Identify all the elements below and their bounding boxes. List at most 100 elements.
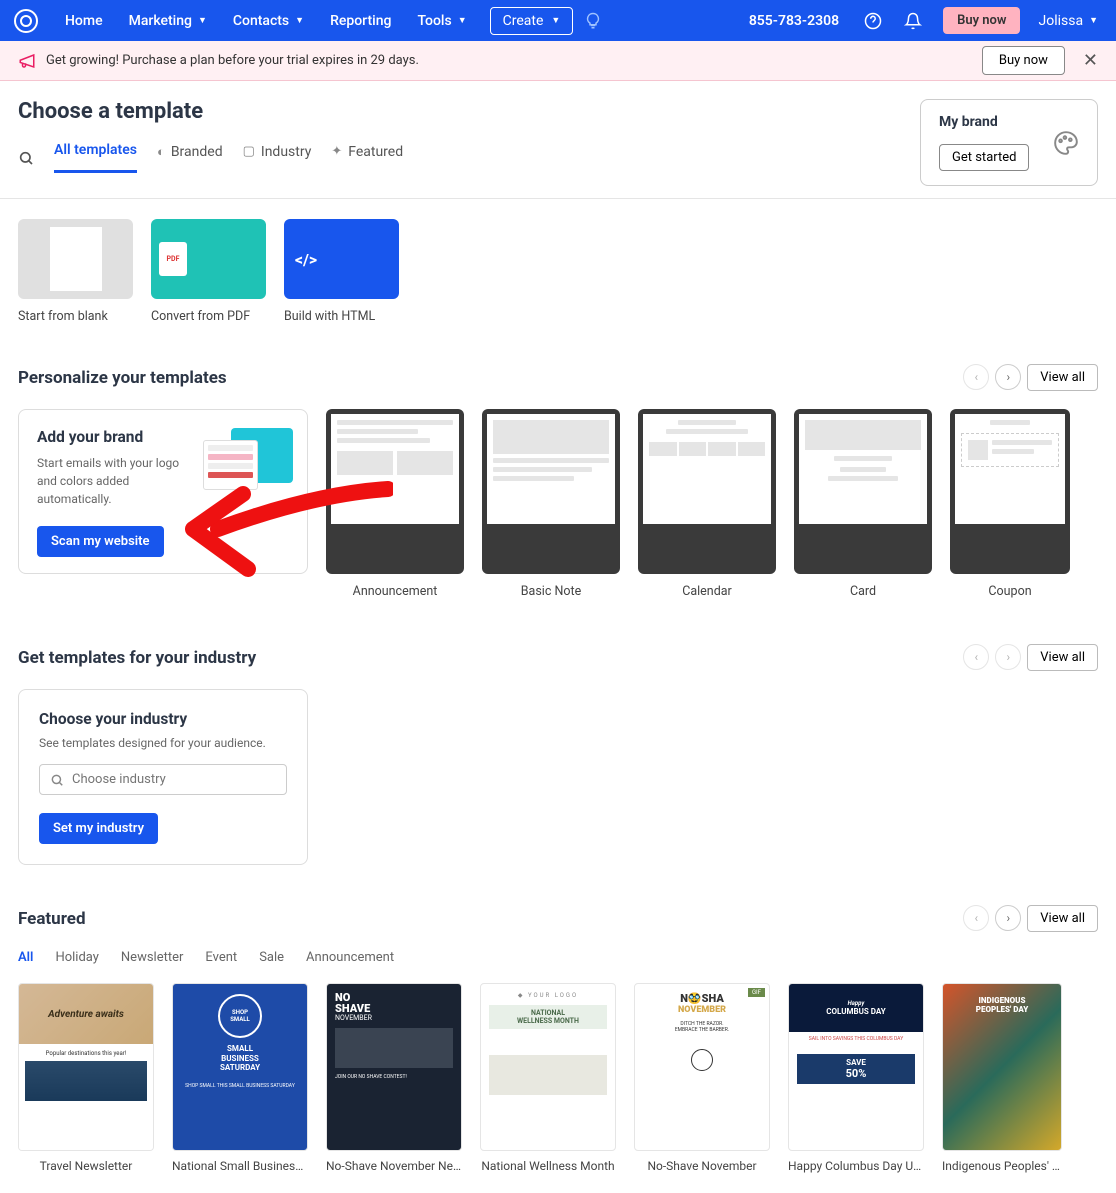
build-html-card[interactable]: </> Build with HTML xyxy=(284,219,399,324)
template-label: Basic Note xyxy=(482,584,620,599)
industry-icon: ▢ xyxy=(243,144,255,159)
buy-now-button[interactable]: Buy now xyxy=(943,7,1020,34)
feat-travel[interactable]: Adventure awaitsPopular destinations thi… xyxy=(18,983,154,1173)
feat-small-biz[interactable]: SHOPSMALLSMALLBUSINESSSATURDAYSHOP SMALL… xyxy=(172,983,308,1173)
feat-label: Indigenous Peoples' Day xyxy=(942,1159,1062,1173)
add-brand-card: Add your brand Start emails with your lo… xyxy=(18,409,308,574)
top-nav: Home Marketing▼ Contacts▼ Reporting Tool… xyxy=(0,0,1116,41)
scan-website-button[interactable]: Scan my website xyxy=(37,526,164,557)
page-title: Choose a template xyxy=(18,99,920,124)
industry-input-wrap[interactable] xyxy=(39,764,287,795)
search-icon xyxy=(50,773,64,787)
add-brand-desc: Start emails with your logo and colors a… xyxy=(37,454,187,508)
trial-banner: Get growing! Purchase a plan before your… xyxy=(0,41,1116,81)
trial-buy-button[interactable]: Buy now xyxy=(982,46,1065,75)
chevron-down-icon: ▼ xyxy=(1089,15,1098,26)
branded-icon: ◐ xyxy=(157,144,165,160)
tab-all-templates[interactable]: All templates xyxy=(54,142,137,173)
template-announcement[interactable]: Announcement xyxy=(326,409,464,599)
featured-icon: ✦ xyxy=(331,144,342,159)
get-started-button[interactable]: Get started xyxy=(939,144,1029,171)
tab-branded[interactable]: ◐Branded xyxy=(157,144,223,172)
next-button[interactable]: › xyxy=(995,364,1021,390)
template-calendar[interactable]: Calendar xyxy=(638,409,776,599)
feat-label: Travel Newsletter xyxy=(18,1159,154,1173)
industry-title: Choose your industry xyxy=(39,710,287,728)
personalize-row: Add your brand Start emails with your lo… xyxy=(18,409,1098,599)
ftab-newsletter[interactable]: Newsletter xyxy=(121,950,184,965)
feat-indigenous[interactable]: INDIGENOUSPEOPLES' DAY Indigenous People… xyxy=(942,983,1062,1173)
choose-industry-card: Choose your industry See templates desig… xyxy=(18,689,308,865)
chevron-down-icon: ▼ xyxy=(295,15,304,26)
template-label: Card xyxy=(794,584,932,599)
template-label: Coupon xyxy=(950,584,1070,599)
start-blank-card[interactable]: Start from blank xyxy=(18,219,133,324)
featured-header: Featured ‹ › View all xyxy=(18,905,1098,932)
prev-button[interactable]: ‹ xyxy=(963,364,989,390)
pdf-thumb: PDF xyxy=(151,219,266,299)
next-button[interactable]: › xyxy=(995,644,1021,670)
brand-logo-icon[interactable] xyxy=(14,9,38,33)
feat-label: National Small Business S... xyxy=(172,1159,308,1173)
create-button[interactable]: Create▼ xyxy=(490,7,574,35)
search-icon[interactable] xyxy=(18,150,34,166)
feat-columbus[interactable]: HappyCOLUMBUS DAYSAIL INTO SAVINGS THIS … xyxy=(788,983,924,1173)
starter-row: Start from blank PDF Convert from PDF </… xyxy=(18,219,1098,324)
feat-label: No-Shave November New... xyxy=(326,1159,462,1173)
nav-home[interactable]: Home xyxy=(52,13,116,29)
template-card[interactable]: Card xyxy=(794,409,932,599)
chevron-down-icon: ▼ xyxy=(198,15,207,26)
template-basic-note[interactable]: Basic Note xyxy=(482,409,620,599)
personalize-header: Personalize your templates ‹ › View all xyxy=(18,364,1098,391)
html-thumb: </> xyxy=(284,219,399,299)
view-all-button[interactable]: View all xyxy=(1027,905,1098,932)
feat-noshave-news[interactable]: NOSHAVENOVEMBERJOIN OUR NO SHAVE CONTEST… xyxy=(326,983,462,1173)
industry-heading: Get templates for your industry xyxy=(18,648,963,668)
ftab-announcement[interactable]: Announcement xyxy=(306,950,394,965)
set-industry-button[interactable]: Set my industry xyxy=(39,813,158,844)
tab-industry[interactable]: ▢Industry xyxy=(243,144,312,172)
ftab-all[interactable]: All xyxy=(18,950,33,965)
industry-header: Get templates for your industry ‹ › View… xyxy=(18,644,1098,671)
tab-featured[interactable]: ✦Featured xyxy=(331,144,403,172)
template-label: Announcement xyxy=(326,584,464,599)
view-all-button[interactable]: View all xyxy=(1027,644,1098,671)
prev-button[interactable]: ‹ xyxy=(963,905,989,931)
feat-wellness[interactable]: ◆ YOUR LOGONATIONALWELLNESS MONTH Nation… xyxy=(480,983,616,1173)
close-icon[interactable]: ✕ xyxy=(1083,50,1098,71)
featured-row: Adventure awaitsPopular destinations thi… xyxy=(18,983,1098,1173)
nav-reporting[interactable]: Reporting xyxy=(317,13,404,29)
page-header: Choose a template All templates ◐Branded… xyxy=(0,81,1116,199)
bell-icon[interactable] xyxy=(897,5,929,37)
megaphone-icon xyxy=(18,52,36,70)
featured-tabs: All Holiday Newsletter Event Sale Announ… xyxy=(18,950,1098,965)
help-icon[interactable] xyxy=(857,5,889,37)
trial-text: Get growing! Purchase a plan before your… xyxy=(46,53,419,68)
next-button[interactable]: › xyxy=(995,905,1021,931)
prev-button[interactable]: ‹ xyxy=(963,644,989,670)
build-html-label: Build with HTML xyxy=(284,309,399,324)
feat-noshave[interactable]: GIFN🥸SHANOVEMBERDITCH THE RAZOR.EMBRACE … xyxy=(634,983,770,1173)
user-menu[interactable]: Jolissa▼ xyxy=(1030,13,1106,29)
industry-desc: See templates designed for your audience… xyxy=(39,736,287,750)
template-label: Calendar xyxy=(638,584,776,599)
convert-pdf-card[interactable]: PDF Convert from PDF xyxy=(151,219,266,324)
feat-label: No-Shave November xyxy=(634,1159,770,1173)
industry-input[interactable] xyxy=(72,772,276,787)
convert-pdf-label: Convert from PDF xyxy=(151,309,266,324)
my-brand-title: My brand xyxy=(939,114,1039,130)
nav-tools[interactable]: Tools▼ xyxy=(404,13,479,29)
ftab-event[interactable]: Event xyxy=(205,950,237,965)
nav-marketing[interactable]: Marketing▼ xyxy=(116,13,220,29)
start-blank-label: Start from blank xyxy=(18,309,133,324)
ftab-sale[interactable]: Sale xyxy=(259,950,284,965)
idea-icon[interactable] xyxy=(577,5,609,37)
ftab-holiday[interactable]: Holiday xyxy=(55,950,98,965)
featured-heading: Featured xyxy=(18,909,963,929)
chevron-down-icon: ▼ xyxy=(551,15,560,26)
nav-contacts[interactable]: Contacts▼ xyxy=(220,13,317,29)
template-coupon[interactable]: Coupon xyxy=(950,409,1070,599)
template-tabs: All templates ◐Branded ▢Industry ✦Featur… xyxy=(18,142,920,173)
chevron-down-icon: ▼ xyxy=(458,15,467,26)
view-all-button[interactable]: View all xyxy=(1027,364,1098,391)
